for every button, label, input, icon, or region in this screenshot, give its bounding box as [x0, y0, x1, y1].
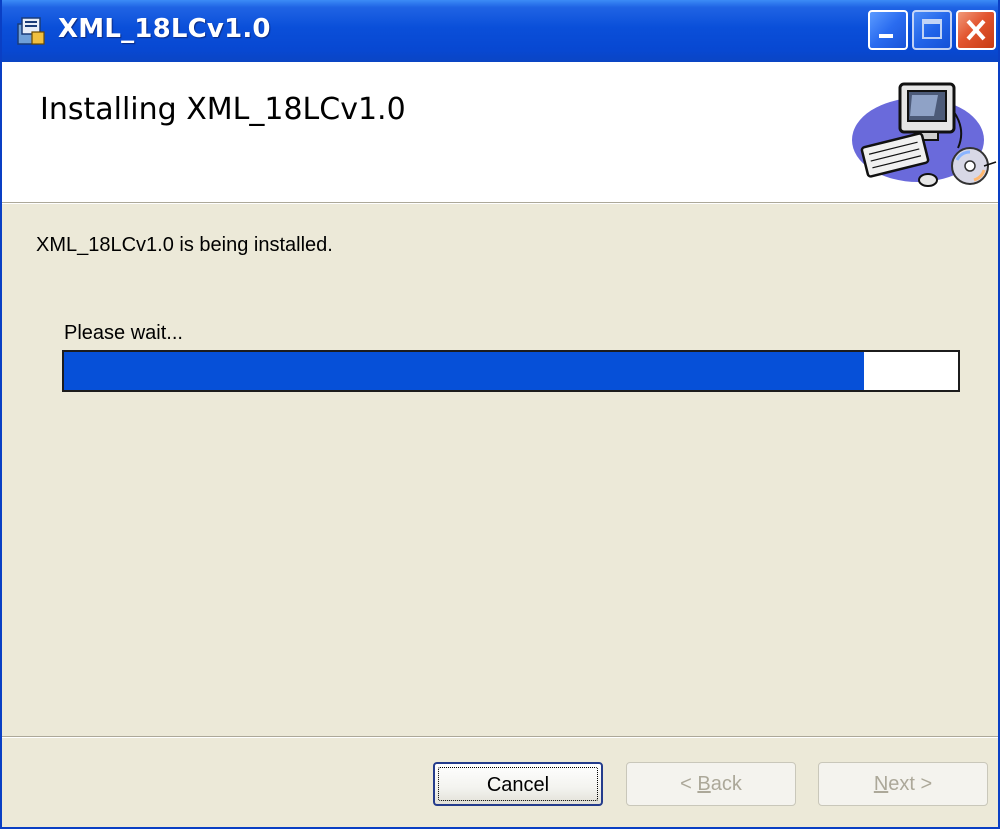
next-mnemonic: N: [873, 773, 889, 795]
footer-divider-highlight: [2, 737, 998, 738]
status-text: XML_18LCv1.0 is being installed.: [36, 234, 333, 256]
close-button[interactable]: [956, 10, 996, 50]
next-button[interactable]: Next >: [818, 762, 988, 806]
installer-window: XML_18LCv1.0 Installing XML_18LCv1.0 XML…: [0, 0, 1000, 829]
cancel-button[interactable]: Cancel: [433, 762, 603, 806]
progress-fill: [64, 352, 865, 390]
install-progress-bar: [62, 350, 960, 392]
header-divider: [2, 203, 998, 204]
maximize-icon: [922, 19, 942, 39]
minimize-button[interactable]: [868, 10, 908, 50]
back-label: < Back: [680, 773, 742, 795]
computer-setup-icon: [852, 82, 997, 187]
installer-icon: [17, 17, 45, 45]
cancel-label: Cancel: [486, 774, 550, 796]
next-rest: ext >: [888, 773, 933, 795]
maximize-button: [912, 10, 952, 50]
back-prefix: <: [680, 773, 698, 795]
back-button[interactable]: < Back: [626, 762, 796, 806]
window-title: XML_18LCv1.0: [58, 14, 271, 44]
next-label: Next >: [874, 773, 932, 795]
page-title: Installing XML_18LCv1.0: [40, 92, 406, 127]
back-mnemonic: B: [697, 773, 711, 795]
close-icon: [966, 19, 986, 41]
header-banner: Installing XML_18LCv1.0: [2, 62, 998, 203]
back-rest: ack: [710, 773, 742, 795]
title-bar[interactable]: XML_18LCv1.0: [2, 0, 998, 62]
please-wait-label: Please wait...: [64, 322, 183, 344]
minimize-icon: [879, 34, 893, 38]
